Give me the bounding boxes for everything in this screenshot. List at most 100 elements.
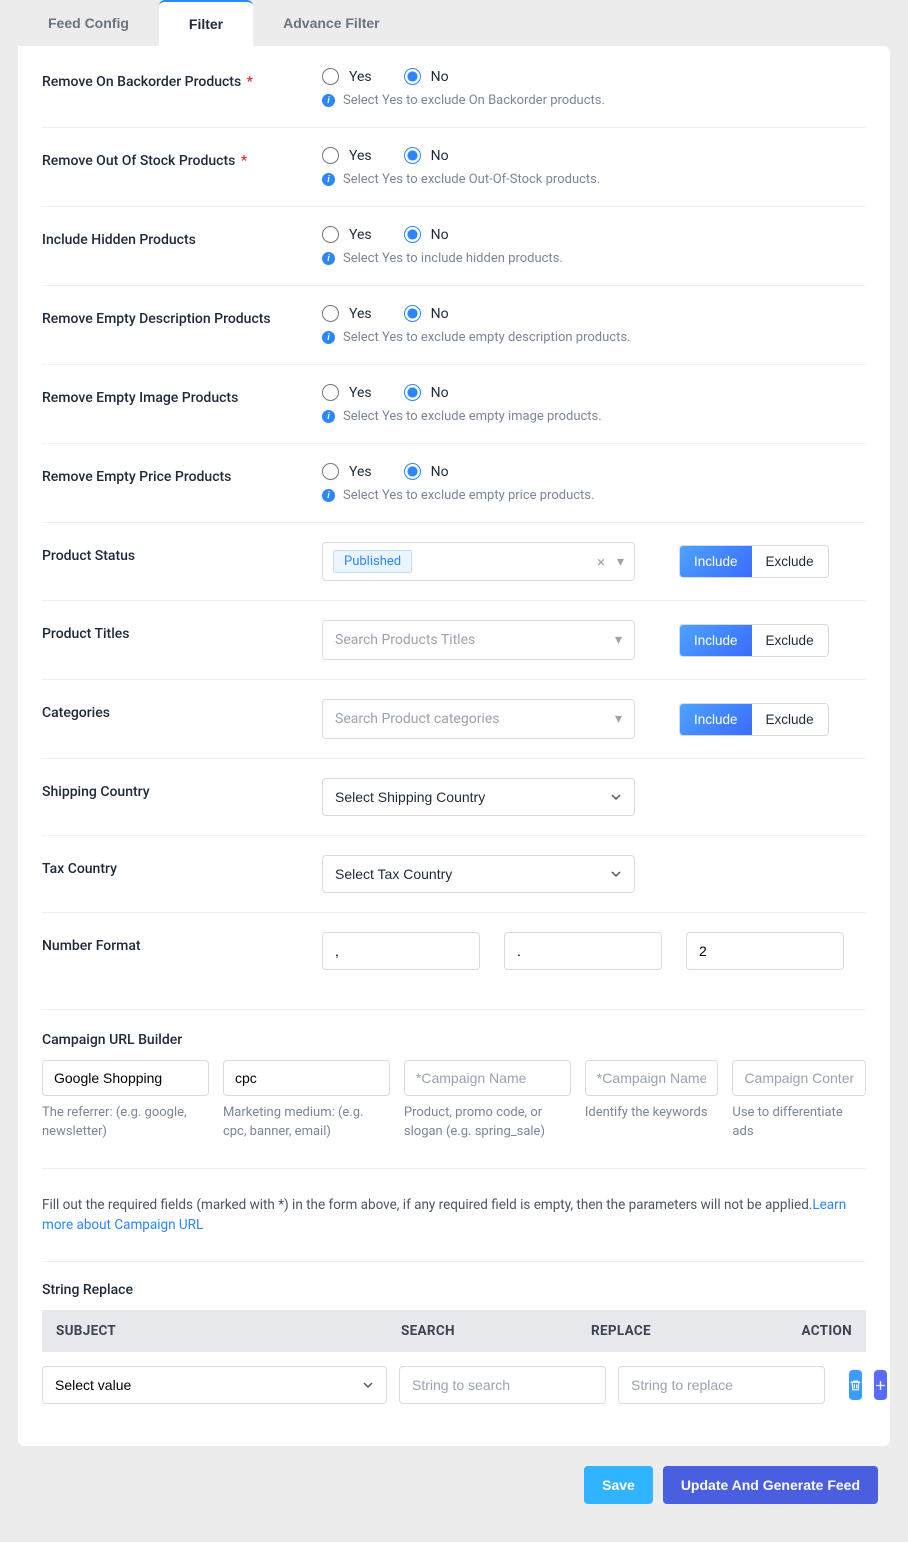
th-search: SEARCH — [401, 1323, 591, 1339]
product-titles-select[interactable]: Search Products Titles ▾ — [322, 620, 635, 660]
tax-country-select[interactable]: Select Tax Country — [322, 855, 635, 893]
empty-img-no[interactable]: No — [404, 384, 449, 401]
label-shipping-country: Shipping Country — [42, 784, 150, 800]
save-button[interactable]: Save — [584, 1466, 653, 1504]
th-replace: REPLACE — [591, 1323, 788, 1339]
label-backorder: Remove On Backorder Products — [42, 74, 241, 90]
categories-toggle: Include Exclude — [679, 703, 829, 736]
thousands-separator-input[interactable] — [322, 932, 480, 970]
hidden-no[interactable]: No — [404, 226, 449, 243]
titles-exclude-button[interactable]: Exclude — [752, 625, 828, 656]
th-action: ACTION — [788, 1323, 852, 1339]
utm-campaign-hint: Product, promo code, or slogan (e.g. spr… — [404, 1104, 571, 1142]
filter-panel: Remove On Backorder Products * Yes No iS… — [18, 46, 890, 1446]
row-empty-desc: Remove Empty Description Products Yes No… — [42, 286, 866, 365]
row-empty-price: Remove Empty Price Products Yes No i Sele… — [42, 444, 866, 523]
divider — [42, 1009, 866, 1010]
tab-filter[interactable]: Filter — [159, 0, 253, 46]
info-icon: i — [322, 173, 335, 186]
info-icon: i — [322, 410, 335, 423]
shipping-country-select[interactable]: Select Shipping Country — [322, 778, 635, 816]
empty-desc-no[interactable]: No — [404, 305, 449, 322]
categories-exclude-button[interactable]: Exclude — [752, 704, 828, 735]
replace-string-input[interactable] — [618, 1366, 825, 1404]
search-string-input[interactable] — [399, 1366, 606, 1404]
utm-source-input[interactable] — [42, 1060, 209, 1096]
label-empty-price: Remove Empty Price Products — [42, 469, 231, 485]
label-oos: Remove Out Of Stock Products — [42, 153, 235, 169]
help-hidden: Select Yes to include hidden products. — [343, 251, 563, 266]
empty-desc-yes[interactable]: Yes — [322, 305, 372, 322]
row-product-titles: Product Titles Search Products Titles ▾ … — [42, 601, 866, 680]
chevron-down-icon[interactable]: ▾ — [617, 554, 624, 570]
help-empty-img: Select Yes to exclude empty image produc… — [343, 409, 602, 424]
oos-no[interactable]: No — [404, 147, 449, 164]
string-replace-row: Select value — [42, 1352, 866, 1418]
info-icon: i — [322, 252, 335, 265]
delete-row-button[interactable] — [849, 1370, 862, 1400]
utm-content-input[interactable] — [732, 1060, 866, 1096]
categories-include-button[interactable]: Include — [680, 704, 752, 735]
utm-medium-hint: Marketing medium: (e.g. cpc, banner, ema… — [223, 1104, 390, 1142]
row-number-format: Number Format — [42, 913, 866, 989]
row-backorder: Remove On Backorder Products * Yes No iS… — [42, 68, 866, 128]
backorder-no[interactable]: No — [404, 68, 449, 85]
label-hidden: Include Hidden Products — [42, 232, 196, 248]
utm-grid: The referrer: (e.g. google, newsletter) … — [42, 1060, 866, 1142]
titles-include-button[interactable]: Include — [680, 625, 752, 656]
empty-img-yes[interactable]: Yes — [322, 384, 372, 401]
chevron-down-icon: ▾ — [615, 711, 622, 727]
utm-medium-input[interactable] — [223, 1060, 390, 1096]
titles-toggle: Include Exclude — [679, 624, 829, 657]
utm-campaign-input[interactable] — [404, 1060, 571, 1096]
campaign-title: Campaign URL Builder — [42, 1032, 866, 1048]
row-empty-img: Remove Empty Image Products Yes No i Sele… — [42, 365, 866, 444]
row-product-status: Product Status Published × ▾ Include Exc… — [42, 523, 866, 601]
clear-icon[interactable]: × — [591, 553, 611, 571]
help-oos: Select Yes to exclude Out-Of-Stock produ… — [343, 172, 600, 187]
update-generate-button[interactable]: Update And Generate Feed — [663, 1466, 878, 1504]
categories-select[interactable]: Search Product categories ▾ — [322, 699, 635, 739]
tab-advance-filter[interactable]: Advance Filter — [253, 0, 409, 46]
status-toggle: Include Exclude — [679, 545, 829, 578]
decimal-precision-input[interactable] — [686, 932, 844, 970]
oos-yes[interactable]: Yes — [322, 147, 372, 164]
footer-actions: Save Update And Generate Feed — [18, 1446, 890, 1524]
add-row-button[interactable] — [874, 1370, 887, 1400]
th-subject: SUBJECT — [56, 1323, 401, 1339]
label-number-format: Number Format — [42, 938, 141, 954]
divider — [42, 1168, 866, 1169]
row-oos: Remove Out Of Stock Products * Yes No iS… — [42, 128, 866, 207]
utm-content-hint: Use to differentiate ads — [732, 1104, 866, 1142]
empty-price-yes[interactable]: Yes — [322, 463, 372, 480]
label-empty-desc: Remove Empty Description Products — [42, 311, 271, 327]
string-replace-header: SUBJECT SEARCH REPLACE ACTION — [42, 1310, 866, 1352]
plus-icon — [874, 1379, 887, 1392]
empty-price-no[interactable]: No — [404, 463, 449, 480]
help-backorder: Select Yes to exclude On Backorder produ… — [343, 93, 605, 108]
tab-feed-config[interactable]: Feed Config — [18, 0, 159, 46]
categories-placeholder: Search Product categories — [335, 711, 500, 727]
product-status-select[interactable]: Published × ▾ — [322, 542, 635, 581]
string-replace-title: String Replace — [42, 1282, 866, 1298]
utm-source-hint: The referrer: (e.g. google, newsletter) — [42, 1104, 209, 1142]
chevron-down-icon: ▾ — [615, 632, 622, 648]
decimal-separator-input[interactable] — [504, 932, 662, 970]
subject-select[interactable]: Select value — [42, 1366, 387, 1404]
info-icon: i — [322, 94, 335, 107]
required-mark: * — [237, 153, 247, 169]
campaign-note: Fill out the required fields (marked wit… — [42, 1195, 866, 1236]
info-icon: i — [322, 489, 335, 502]
hidden-yes[interactable]: Yes — [322, 226, 372, 243]
status-chip-published[interactable]: Published — [333, 550, 412, 573]
divider — [42, 1261, 866, 1262]
backorder-yes[interactable]: Yes — [322, 68, 372, 85]
status-exclude-button[interactable]: Exclude — [752, 546, 828, 577]
label-empty-img: Remove Empty Image Products — [42, 390, 238, 406]
tabs: Feed Config Filter Advance Filter — [18, 0, 890, 46]
help-empty-price: Select Yes to exclude empty price produc… — [343, 488, 594, 503]
label-categories: Categories — [42, 705, 110, 721]
status-include-button[interactable]: Include — [680, 546, 752, 577]
trash-icon — [849, 1379, 862, 1392]
utm-term-input[interactable] — [585, 1060, 719, 1096]
